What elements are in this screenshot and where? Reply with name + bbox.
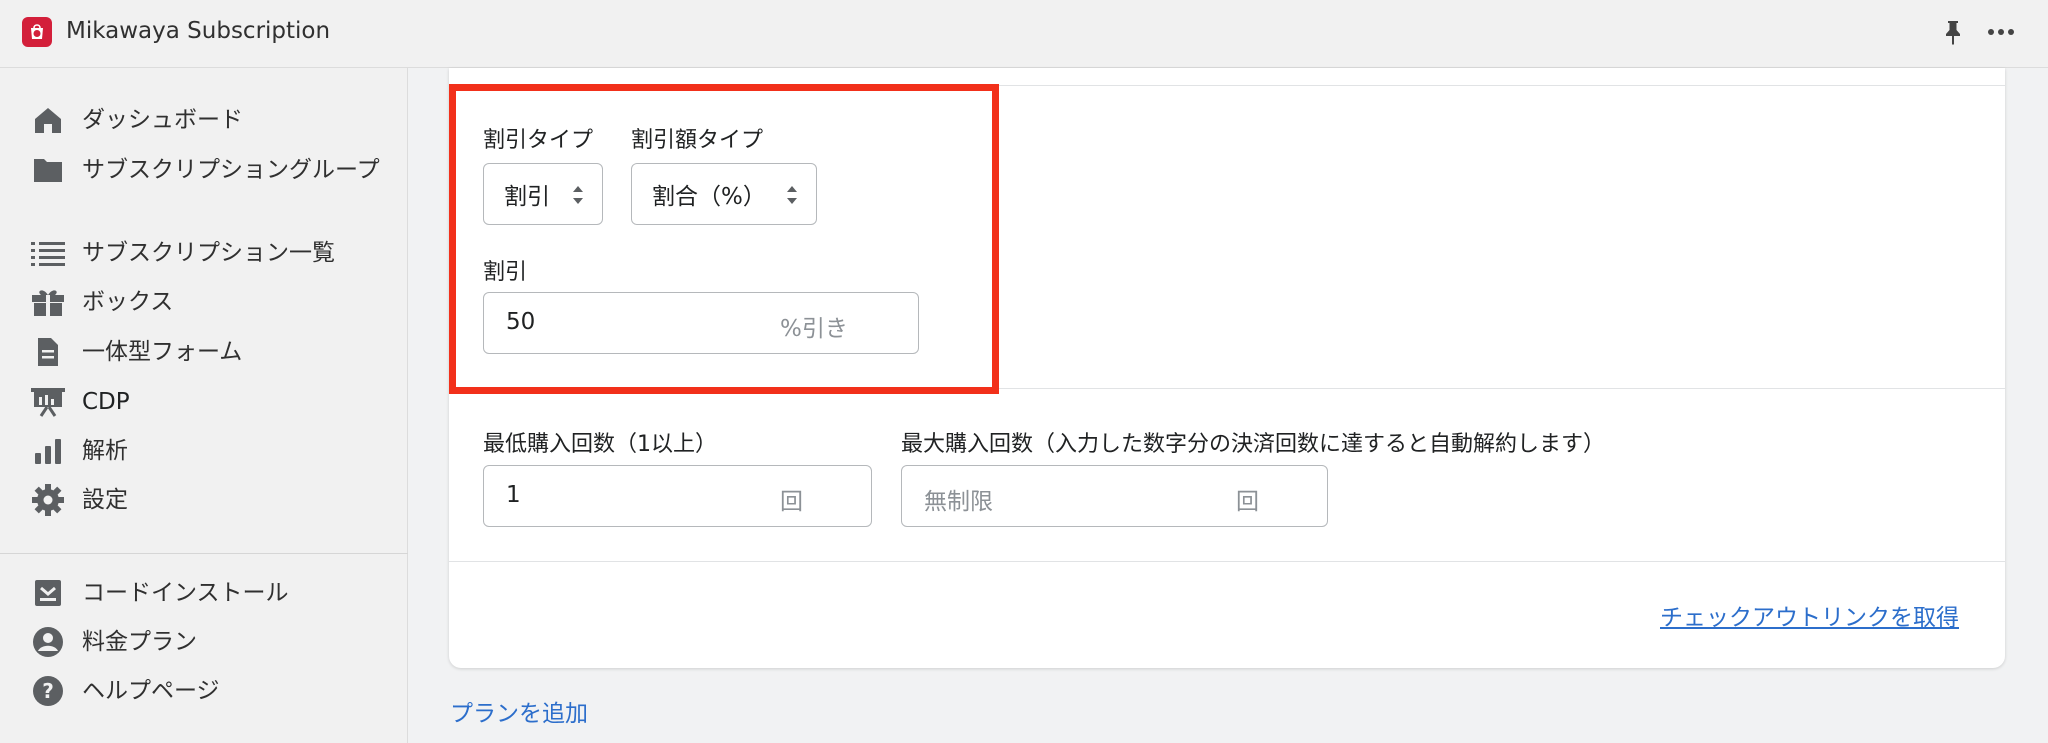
sidebar-divider: [0, 553, 408, 554]
sidebar-item-label: CDP: [82, 389, 130, 415]
plan-card: 割引タイプ 割引 割引額タイプ 割合（%） 割引 50 %引き 最低購入回数（1…: [449, 68, 2005, 668]
card-separator: [449, 85, 2005, 86]
sidebar-item-label: 設定: [82, 487, 128, 513]
sidebar-item-code-install[interactable]: コードインストール: [30, 577, 289, 609]
max-purchase-input[interactable]: 無制限 回: [901, 465, 1328, 527]
discount-value: 50: [506, 309, 536, 335]
document-icon: [30, 336, 66, 368]
min-purchase-label: 最低購入回数（1以上）: [483, 432, 717, 457]
sidebar-item-label: コードインストール: [82, 580, 289, 606]
select-arrows-icon: [573, 186, 583, 204]
discount-type-select[interactable]: 割引: [483, 163, 603, 225]
min-purchase-value: 1: [506, 482, 521, 508]
sidebar-item-settings[interactable]: 設定: [30, 484, 128, 516]
sidebar-item-label: 一体型フォーム: [82, 339, 243, 365]
discount-label: 割引: [483, 260, 528, 285]
add-plan-link[interactable]: プランを追加: [450, 694, 588, 728]
pin-icon[interactable]: [1940, 18, 1966, 46]
sidebar-item-help[interactable]: ? ヘルプページ: [30, 675, 220, 707]
card-separator: [449, 388, 2005, 389]
folder-icon: [30, 154, 66, 186]
app-title: Mikawaya Subscription: [66, 18, 331, 44]
min-purchase-suffix: 回: [780, 489, 803, 515]
sidebar-item-integrated-form[interactable]: 一体型フォーム: [30, 336, 242, 368]
presentation-icon: [30, 386, 66, 418]
gear-icon: [30, 484, 66, 516]
sidebar-item-label: ボックス: [82, 289, 174, 315]
discount-suffix: %引き: [780, 316, 848, 342]
sidebar-item-label: 解析: [82, 438, 128, 464]
sidebar-item-subscription-groups[interactable]: サブスクリプショングループ: [30, 154, 382, 186]
sidebar-item-analytics[interactable]: 解析: [30, 435, 128, 467]
select-arrows-icon: [787, 186, 797, 204]
top-bar: Mikawaya Subscription: [0, 0, 2048, 68]
sidebar-item-pricing[interactable]: 料金プラン: [30, 626, 197, 658]
sidebar-item-label: サブスクリプション一覧: [82, 240, 335, 266]
min-purchase-input[interactable]: 1 回: [483, 465, 872, 527]
max-purchase-suffix: 回: [1236, 489, 1259, 515]
card-separator: [449, 561, 2005, 562]
discount-type-value: 割引: [504, 184, 550, 210]
list-icon: [30, 237, 66, 269]
help-icon: ?: [30, 675, 66, 707]
sidebar-item-label: サブスクリプショングループ: [82, 157, 380, 183]
max-purchase-placeholder: 無制限: [924, 489, 993, 515]
discount-amount-type-select[interactable]: 割合（%）: [631, 163, 817, 225]
max-purchase-label: 最大購入回数（入力した数字分の決済回数に達すると自動解約します）: [901, 432, 1606, 457]
more-icon[interactable]: [1986, 18, 2016, 46]
sidebar-item-label: ダッシュボード: [82, 107, 243, 133]
bar-chart-icon: [30, 435, 66, 467]
user-circle-icon: [30, 626, 66, 658]
gift-icon: [30, 286, 66, 318]
get-checkout-link[interactable]: チェックアウトリンクを取得: [1660, 598, 1959, 632]
svg-text:?: ?: [42, 679, 54, 703]
sidebar-item-subscription-list[interactable]: サブスクリプション一覧: [30, 237, 335, 269]
sidebar-item-cdp[interactable]: CDP: [30, 386, 130, 418]
home-icon: [30, 104, 66, 136]
discount-amount-type-value: 割合（%）: [652, 184, 766, 210]
sidebar-item-label: 料金プラン: [82, 629, 197, 655]
install-icon: [30, 577, 66, 609]
sidebar-item-dashboard[interactable]: ダッシュボード: [30, 104, 243, 136]
sidebar: ダッシュボード サブスクリプショングループ サブスクリプション一覧 ボックス 一…: [0, 68, 408, 743]
sidebar-item-box[interactable]: ボックス: [30, 286, 173, 318]
discount-type-label: 割引タイプ: [483, 128, 594, 153]
app-logo: [22, 17, 52, 47]
app-logo-icon: [31, 24, 43, 39]
sidebar-item-label: ヘルプページ: [82, 678, 220, 704]
discount-input[interactable]: 50 %引き: [483, 292, 919, 354]
discount-amount-type-label: 割引額タイプ: [631, 128, 764, 153]
